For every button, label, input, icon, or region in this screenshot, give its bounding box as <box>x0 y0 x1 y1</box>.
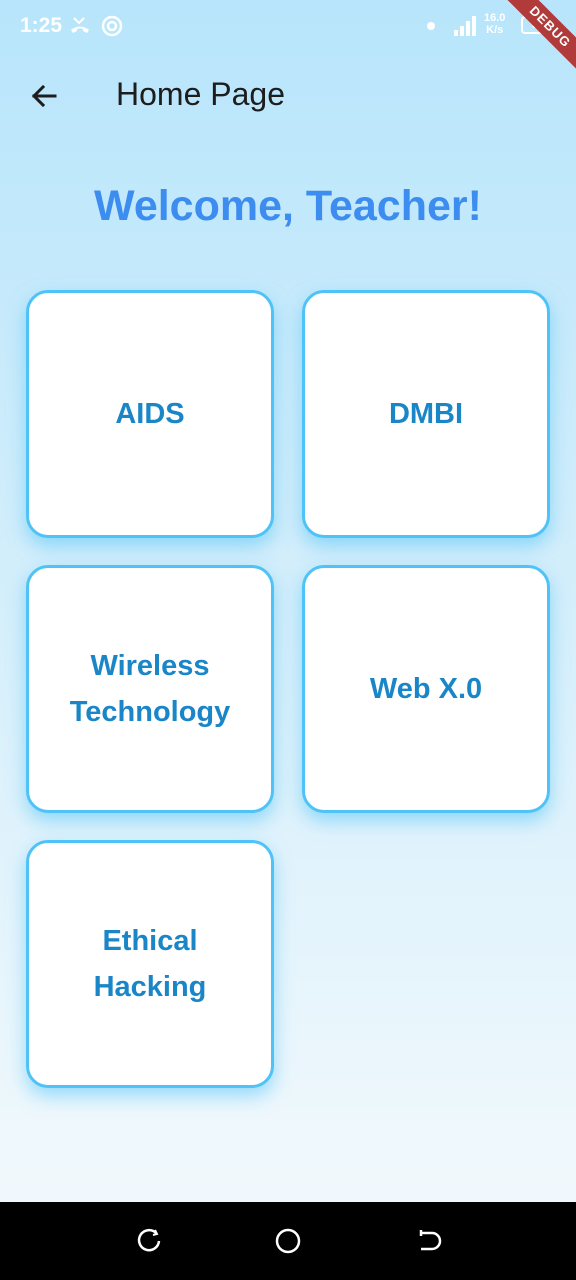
subject-card-label: DMBI <box>388 398 464 430</box>
subject-card-label: Web X.0 <box>369 673 483 705</box>
home-circle-icon[interactable] <box>273 1226 303 1256</box>
app-bar: Home Page <box>0 64 576 128</box>
subject-card-label: Ethical Hacking <box>93 925 207 1003</box>
missed-call-icon <box>71 17 89 33</box>
subject-card-ethical-hacking[interactable]: Ethical Hacking <box>26 840 274 1088</box>
welcome-heading: Welcome, Teacher! <box>94 182 482 230</box>
network-speed: 16.0 K/s <box>484 12 505 36</box>
status-time: 1:25 <box>20 14 63 37</box>
subject-card-web-x0[interactable]: Web X.0 <box>302 565 550 813</box>
back-nav-icon[interactable] <box>413 1226 443 1256</box>
page-title: Home Page <box>116 76 285 112</box>
notification-dot-icon <box>427 22 435 30</box>
arrow-left-icon <box>31 84 57 108</box>
subject-card-label: AIDS <box>115 398 185 430</box>
status-bar: 1:25 16.0 K/s 37 <box>0 0 576 54</box>
network-speed-value: 16.0 <box>484 12 506 24</box>
system-navigation-bar <box>0 1202 576 1280</box>
subject-card-label: Wireless Technology <box>69 650 231 728</box>
back-button[interactable] <box>20 74 68 118</box>
network-speed-unit: K/s <box>486 24 504 36</box>
subject-card-wireless-technology[interactable]: Wireless Technology <box>26 565 274 813</box>
sync-icon <box>101 15 123 37</box>
subject-card-aids[interactable]: AIDS <box>26 290 274 538</box>
recent-apps-icon[interactable] <box>134 1226 164 1256</box>
subject-card-dmbi[interactable]: DMBI <box>302 290 550 538</box>
signal-icon <box>454 16 476 36</box>
